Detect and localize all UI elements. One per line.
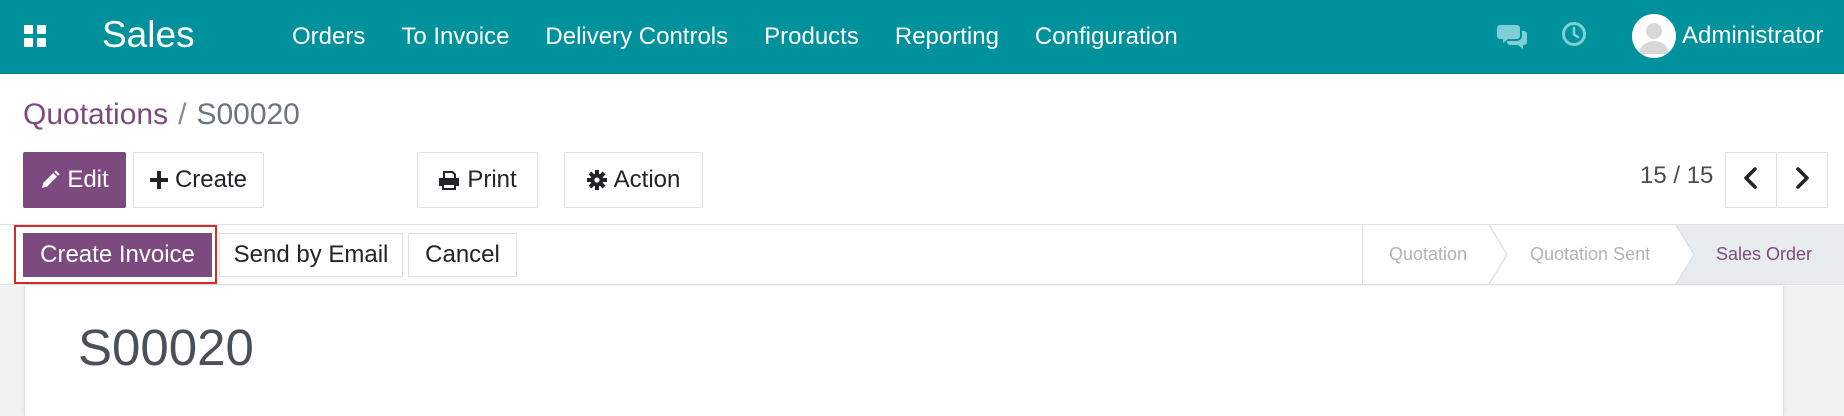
create-button[interactable]: Create	[133, 152, 264, 208]
stage-divider	[1487, 224, 1511, 285]
form-sheet	[24, 286, 1784, 416]
avatar	[1632, 14, 1676, 58]
send-by-email-button[interactable]: Send by Email	[219, 233, 403, 277]
stage-divider	[1674, 224, 1698, 285]
menu-item-to-invoice[interactable]: To Invoice	[383, 0, 527, 74]
user-name: Administrator	[1682, 22, 1824, 49]
stage-quotation-sent[interactable]: Quotation Sent	[1530, 225, 1650, 284]
menu-item-configuration[interactable]: Configuration	[1017, 0, 1196, 74]
clock-icon[interactable]	[1561, 21, 1587, 47]
print-button-label: Print	[467, 166, 517, 193]
menu-item-reporting[interactable]: Reporting	[877, 0, 1017, 74]
breadcrumb: Quotations / S00020	[23, 95, 300, 135]
chevron-left-icon	[1743, 166, 1759, 194]
apps-menu-icon[interactable]	[24, 25, 46, 47]
status-bar: Create Invoice Send by Email Cancel Quot…	[0, 224, 1844, 285]
menu-item-products[interactable]: Products	[746, 0, 877, 74]
print-button[interactable]: Print	[417, 152, 538, 208]
main-menu: Orders To Invoice Delivery Controls Prod…	[274, 0, 1196, 74]
menu-item-delivery-controls[interactable]: Delivery Controls	[527, 0, 746, 74]
top-navbar: Sales Orders To Invoice Delivery Control…	[0, 0, 1844, 74]
create-invoice-button[interactable]: Create Invoice	[23, 233, 212, 277]
action-button-label: Action	[613, 166, 681, 193]
breadcrumb-parent[interactable]: Quotations	[23, 98, 168, 131]
plus-icon	[149, 171, 168, 189]
pencil-icon	[40, 170, 60, 190]
pager-next-button[interactable]	[1776, 152, 1828, 208]
chat-icon[interactable]	[1497, 22, 1529, 50]
breadcrumb-current: S00020	[196, 98, 300, 131]
app-title[interactable]: Sales	[102, 13, 195, 57]
stage-sales-order[interactable]: Sales Order	[1716, 225, 1812, 284]
chevron-right-icon	[1794, 166, 1810, 194]
stage-pipeline-border	[1362, 225, 1363, 284]
menu-item-orders[interactable]: Orders	[274, 0, 383, 74]
breadcrumb-separator: /	[178, 98, 187, 131]
record-name: S00020	[78, 319, 254, 376]
print-icon	[438, 170, 460, 190]
create-button-label: Create	[174, 166, 248, 193]
action-button[interactable]: Action	[564, 152, 703, 208]
cancel-button[interactable]: Cancel	[408, 233, 517, 277]
pager-previous-button[interactable]	[1725, 152, 1777, 208]
edit-button[interactable]: Edit	[23, 152, 126, 208]
pager-value[interactable]: 15 / 15	[1640, 162, 1713, 190]
stage-quotation[interactable]: Quotation	[1389, 225, 1467, 284]
gear-icon	[586, 170, 607, 190]
edit-button-label: Edit	[67, 166, 109, 193]
user-menu[interactable]: Administrator	[1632, 12, 1823, 60]
